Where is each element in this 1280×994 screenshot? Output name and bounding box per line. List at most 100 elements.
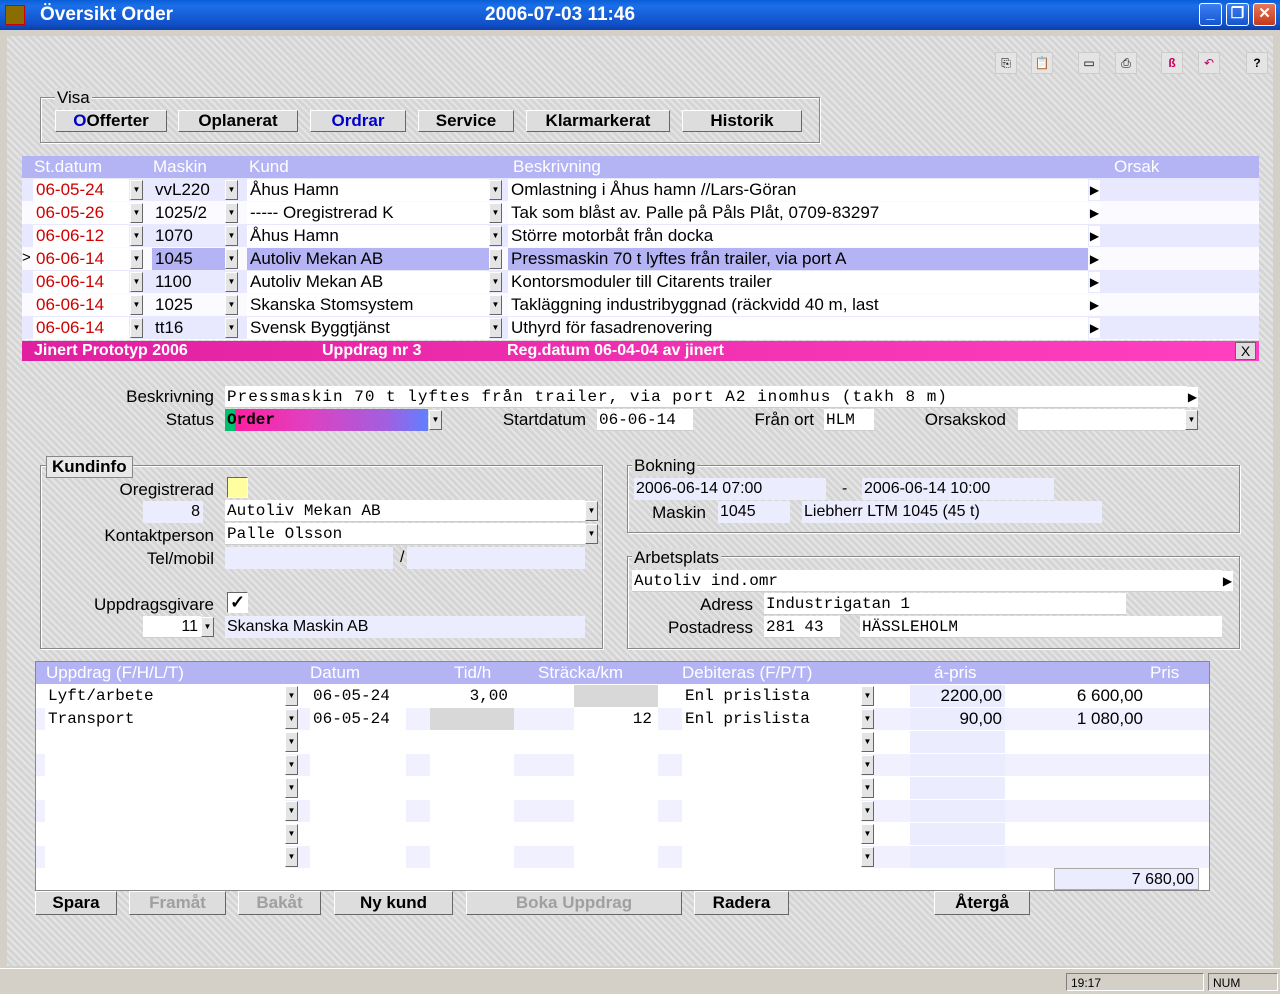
ordrar-button[interactable]: Ordrar bbox=[310, 110, 406, 132]
ort-field[interactable]: HÄSSLEHOLM bbox=[860, 616, 1222, 638]
line-apris[interactable] bbox=[910, 823, 1005, 845]
order-date[interactable]: 06-05-26 bbox=[33, 202, 129, 224]
bokning-to-field[interactable]: 2006-06-14 10:00 bbox=[862, 478, 1054, 500]
line-datum[interactable] bbox=[310, 823, 406, 845]
line-debiteras[interactable] bbox=[682, 823, 861, 845]
line-datum[interactable]: 06-05-24 bbox=[310, 708, 406, 730]
uppdragsgivare-checkbox[interactable]: ✓ bbox=[227, 592, 248, 613]
machine-dropdown-icon[interactable]: ▼ bbox=[225, 203, 238, 223]
undo-icon[interactable]: ↶ bbox=[1198, 52, 1220, 74]
customer-dropdown-icon[interactable]: ▼ bbox=[489, 295, 502, 315]
minimize-button[interactable]: _ bbox=[1199, 3, 1222, 26]
help-icon[interactable]: ? bbox=[1246, 52, 1268, 74]
boka-uppdrag-button[interactable]: Boka Uppdrag bbox=[466, 891, 682, 915]
order-machine[interactable]: 1045 bbox=[152, 248, 225, 270]
customer-dropdown-icon[interactable]: ▼ bbox=[489, 180, 502, 200]
status-field[interactable]: Order bbox=[225, 409, 428, 431]
order-date[interactable]: 06-06-14 bbox=[33, 248, 129, 270]
line-apris[interactable]: 2200,00 bbox=[910, 685, 1005, 707]
line-uppdrag[interactable] bbox=[45, 846, 285, 868]
order-date[interactable]: 06-06-12 bbox=[33, 225, 129, 247]
line-tid[interactable]: 3,00 bbox=[430, 685, 514, 707]
order-date[interactable]: 06-06-14 bbox=[33, 271, 129, 293]
order-row[interactable]: 06-06-14 ▼ 1045 ▼ Autoliv Mekan AB ▼ Pre… bbox=[33, 248, 1259, 270]
kontakt-dropdown-icon[interactable]: ▼ bbox=[585, 524, 598, 544]
order-customer[interactable]: Autoliv Mekan AB bbox=[247, 248, 489, 270]
bakat-button[interactable]: Bakåt bbox=[238, 891, 321, 915]
order-customer[interactable]: Åhus Hamn bbox=[247, 179, 489, 201]
debiteras-dropdown-icon[interactable]: ▼ bbox=[861, 824, 874, 844]
description-expand-icon[interactable]: ▶ bbox=[1089, 203, 1100, 223]
order-customer[interactable]: Skanska Stomsystem bbox=[247, 294, 489, 316]
description-expand-icon[interactable]: ▶ bbox=[1089, 249, 1100, 269]
line-km[interactable] bbox=[574, 823, 658, 845]
date-dropdown-icon[interactable]: ▼ bbox=[130, 272, 143, 292]
date-dropdown-icon[interactable]: ▼ bbox=[130, 295, 143, 315]
order-row[interactable]: 06-05-24 ▼ vvL220 ▼ Åhus Hamn ▼ Omlastni… bbox=[33, 179, 1259, 201]
spara-button[interactable]: Spara bbox=[35, 891, 117, 915]
order-machine[interactable]: tt16 bbox=[152, 317, 225, 339]
screen-icon[interactable]: ▭ bbox=[1078, 52, 1100, 74]
uppdrag-dropdown-icon[interactable]: ▼ bbox=[285, 686, 298, 706]
order-customer[interactable]: Svensk Byggtjänst bbox=[247, 317, 489, 339]
line-km[interactable] bbox=[574, 800, 658, 822]
line-debiteras[interactable] bbox=[682, 846, 861, 868]
line-uppdrag[interactable]: Transport bbox=[45, 708, 285, 730]
debiteras-dropdown-icon[interactable]: ▼ bbox=[861, 801, 874, 821]
order-machine[interactable]: 1025 bbox=[152, 294, 225, 316]
line-uppdrag[interactable] bbox=[45, 754, 285, 776]
line-datum[interactable]: 06-05-24 bbox=[310, 685, 406, 707]
line-tid[interactable] bbox=[430, 823, 514, 845]
order-description[interactable]: Uthyrd för fasadrenovering bbox=[508, 317, 1088, 339]
debiteras-dropdown-icon[interactable]: ▼ bbox=[861, 709, 874, 729]
ug-dropdown-icon[interactable]: ▼ bbox=[201, 617, 214, 637]
debiteras-dropdown-icon[interactable]: ▼ bbox=[861, 755, 874, 775]
machine-dropdown-icon[interactable]: ▼ bbox=[225, 226, 238, 246]
line-km[interactable] bbox=[574, 754, 658, 776]
line-datum[interactable] bbox=[310, 846, 406, 868]
mobil-field[interactable] bbox=[407, 547, 585, 569]
line-apris[interactable] bbox=[910, 800, 1005, 822]
line-debiteras[interactable] bbox=[682, 754, 861, 776]
line-tid[interactable] bbox=[430, 754, 514, 776]
historik-button[interactable]: Historik bbox=[682, 110, 802, 132]
debiteras-dropdown-icon[interactable]: ▼ bbox=[861, 847, 874, 867]
aterga-button[interactable]: Återgå bbox=[934, 891, 1030, 915]
line-debiteras[interactable]: Enl prislista bbox=[682, 685, 861, 707]
oregistrerad-checkbox[interactable] bbox=[227, 477, 248, 498]
ug-nr-field[interactable]: 11 bbox=[143, 616, 201, 638]
status-dropdown-icon[interactable]: ▼ bbox=[429, 410, 442, 430]
line-uppdrag[interactable] bbox=[45, 777, 285, 799]
line-datum[interactable] bbox=[310, 800, 406, 822]
arbetsplats-namn-field[interactable]: Autoliv ind.omr bbox=[632, 570, 1222, 592]
oplanerat-button[interactable]: Oplanerat bbox=[178, 110, 298, 132]
date-dropdown-icon[interactable]: ▼ bbox=[130, 203, 143, 223]
debiteras-dropdown-icon[interactable]: ▼ bbox=[861, 778, 874, 798]
line-debiteras[interactable] bbox=[682, 800, 861, 822]
adress-field[interactable]: Industrigatan 1 bbox=[764, 593, 1126, 615]
line-datum[interactable] bbox=[310, 777, 406, 799]
line-uppdrag[interactable] bbox=[45, 800, 285, 822]
line-km[interactable]: 12 bbox=[574, 708, 658, 730]
order-row[interactable]: 06-06-14 ▼ 1025 ▼ Skanska Stomsystem ▼ T… bbox=[33, 294, 1259, 316]
customer-dropdown-icon[interactable]: ▼ bbox=[489, 318, 502, 338]
order-description[interactable]: Kontorsmoduler till Citarents trailer bbox=[508, 271, 1088, 293]
uppdrag-dropdown-icon[interactable]: ▼ bbox=[285, 847, 298, 867]
copy-icon[interactable]: ⎘ bbox=[995, 52, 1017, 74]
description-expand-icon[interactable]: ▶ bbox=[1089, 295, 1100, 315]
kund-dropdown-icon[interactable]: ▼ bbox=[585, 501, 598, 521]
startdatum-field[interactable]: 06-06-14 bbox=[597, 409, 693, 431]
order-row[interactable]: 06-05-26 ▼ 1025/2 ▼ ----- Oregistrerad K… bbox=[33, 202, 1259, 224]
order-row[interactable]: 06-06-12 ▼ 1070 ▼ Åhus Hamn ▼ Större mot… bbox=[33, 225, 1259, 247]
service-button[interactable]: Service bbox=[418, 110, 514, 132]
framat-button[interactable]: Framåt bbox=[129, 891, 226, 915]
franort-field[interactable]: HLM bbox=[824, 409, 874, 431]
maximize-button[interactable]: ❐ bbox=[1226, 3, 1249, 26]
line-km[interactable] bbox=[574, 777, 658, 799]
description-expand-icon[interactable]: ▶ bbox=[1089, 180, 1100, 200]
uppdrag-dropdown-icon[interactable]: ▼ bbox=[285, 778, 298, 798]
radera-button[interactable]: Radera bbox=[694, 891, 789, 915]
line-km[interactable] bbox=[574, 846, 658, 868]
order-description[interactable]: Tak som blåst av. Palle på Påls Plåt, 07… bbox=[508, 202, 1088, 224]
date-dropdown-icon[interactable]: ▼ bbox=[130, 249, 143, 269]
